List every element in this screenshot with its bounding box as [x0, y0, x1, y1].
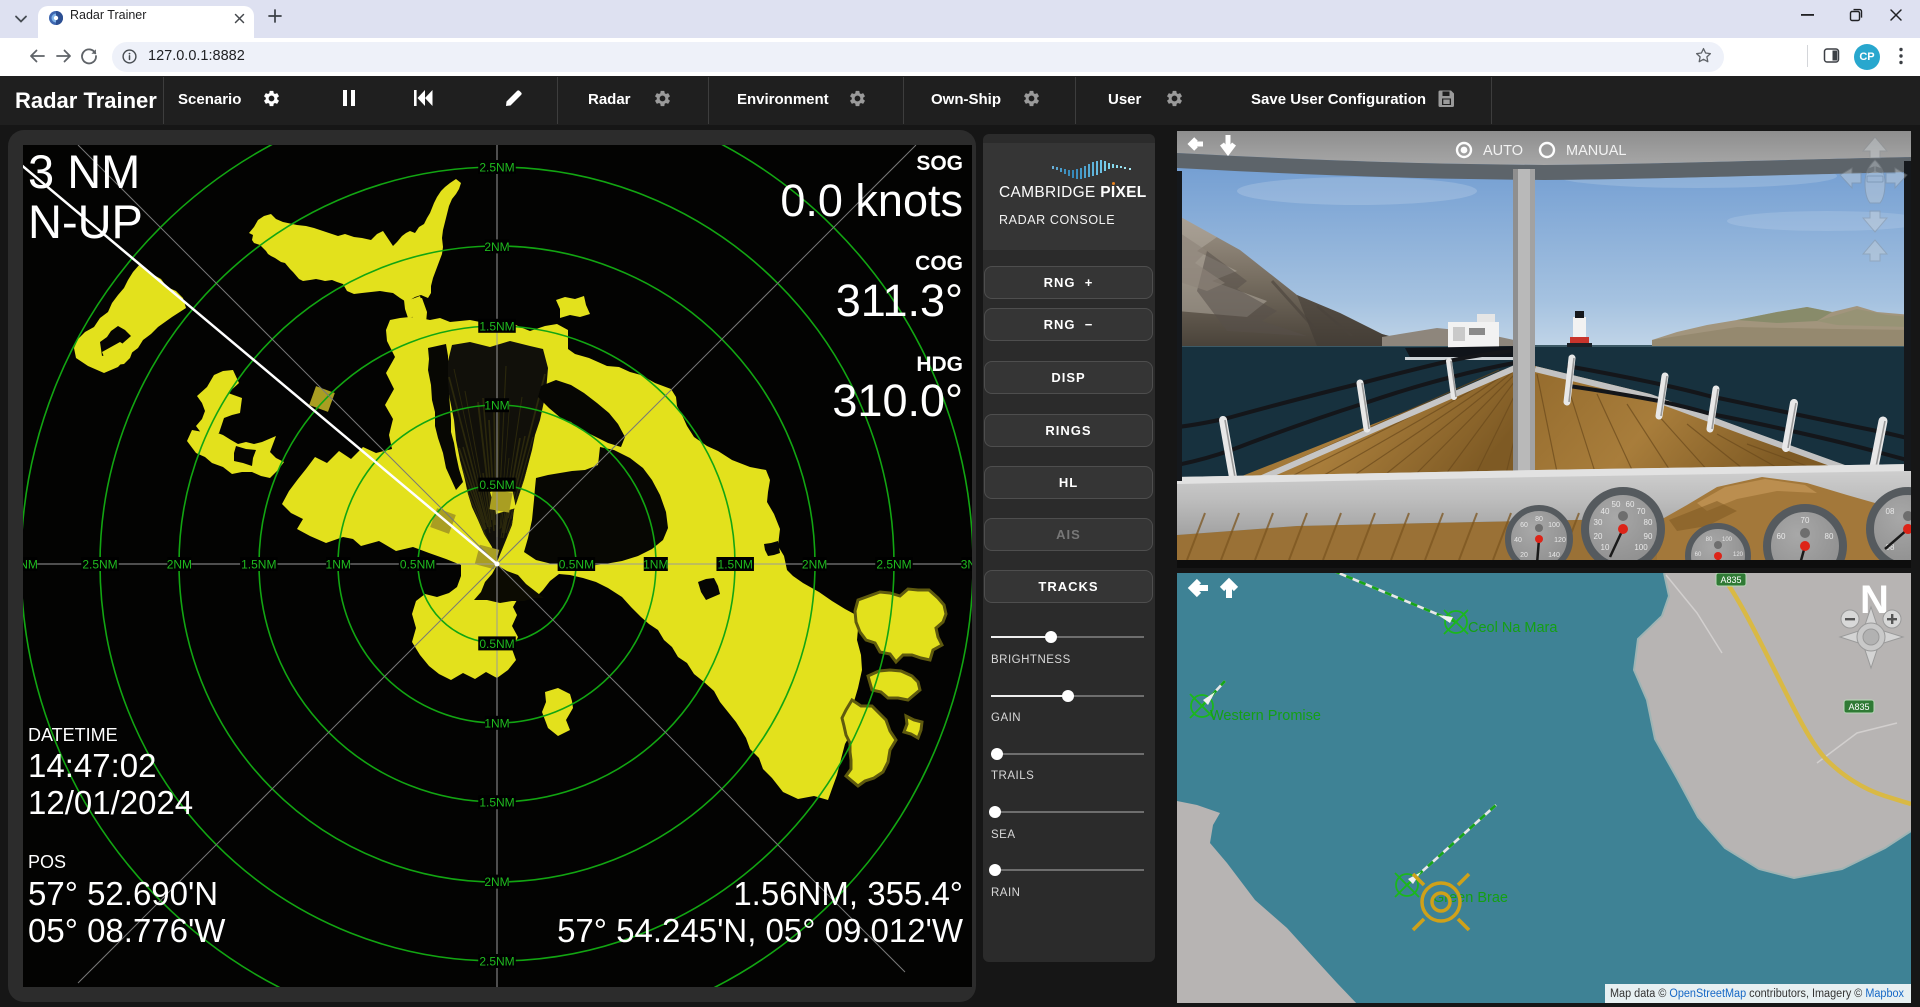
svg-text:1.5NM: 1.5NM — [241, 558, 276, 572]
svg-text:80: 80 — [1706, 537, 1713, 543]
svg-text:57° 52.690'N: 57° 52.690'N — [28, 875, 218, 912]
svg-text:2NM: 2NM — [167, 558, 192, 572]
svg-text:1.56NM, 355.4°: 1.56NM, 355.4° — [733, 875, 963, 912]
svg-text:0.5NM: 0.5NM — [479, 637, 514, 651]
svg-text:Ceol Na Mara: Ceol Na Mara — [1468, 620, 1558, 636]
svg-text:30: 30 — [1594, 518, 1603, 527]
svg-text:1NM: 1NM — [484, 399, 509, 413]
svg-text:80: 80 — [1644, 518, 1653, 527]
svg-text:70: 70 — [1637, 507, 1646, 516]
svg-text:3NM: 3NM — [961, 558, 972, 572]
svg-text:NM: NM — [23, 558, 38, 572]
svg-text:60: 60 — [1695, 552, 1702, 558]
svg-text:N-UP: N-UP — [28, 195, 143, 248]
svg-text:12/01/2024: 12/01/2024 — [28, 784, 193, 821]
svg-text:Western Promise: Western Promise — [1210, 708, 1321, 724]
svg-text:80: 80 — [1535, 516, 1543, 523]
svg-text:310.0°: 310.0° — [832, 375, 963, 426]
svg-text:2.5NM: 2.5NM — [479, 955, 514, 969]
svg-text:100: 100 — [1634, 543, 1648, 552]
svg-text:60: 60 — [1520, 522, 1528, 529]
svg-text:50: 50 — [1612, 500, 1621, 509]
svg-text:0.5NM: 0.5NM — [400, 558, 435, 572]
svg-text:0.5NM: 0.5NM — [479, 478, 514, 492]
svg-text:1.5NM: 1.5NM — [718, 558, 753, 572]
svg-text:2NM: 2NM — [802, 558, 827, 572]
svg-text:60: 60 — [1777, 532, 1786, 541]
svg-text:08: 08 — [1886, 507, 1895, 516]
svg-text:80: 80 — [1825, 532, 1834, 541]
svg-text:SOG: SOG — [916, 152, 963, 175]
svg-text:POS: POS — [28, 852, 66, 872]
svg-text:20: 20 — [1594, 532, 1603, 541]
svg-text:60: 60 — [1626, 500, 1635, 509]
svg-text:0.0 knots: 0.0 knots — [780, 175, 963, 226]
svg-text:90: 90 — [1644, 532, 1653, 541]
svg-text:311.3°: 311.3° — [836, 275, 963, 326]
svg-text:A835: A835 — [1720, 575, 1741, 585]
svg-text:57° 54.245'N, 05° 09.012'W: 57° 54.245'N, 05° 09.012'W — [557, 912, 964, 949]
svg-text:2NM: 2NM — [484, 875, 509, 889]
svg-text:100: 100 — [1722, 537, 1733, 543]
svg-text:MANUAL: MANUAL — [1566, 143, 1626, 159]
svg-text:1.5NM: 1.5NM — [479, 319, 514, 333]
svg-text:0.5NM: 0.5NM — [559, 558, 594, 572]
svg-text:120: 120 — [1733, 552, 1744, 558]
svg-text:2.5NM: 2.5NM — [82, 558, 117, 572]
svg-text:AUTO: AUTO — [1483, 143, 1523, 159]
svg-text:40: 40 — [1514, 537, 1522, 544]
svg-text:140: 140 — [1548, 552, 1560, 559]
svg-text:100: 100 — [1548, 522, 1560, 529]
svg-text:40: 40 — [1601, 507, 1610, 516]
svg-text:05° 08.776'W: 05° 08.776'W — [28, 912, 226, 949]
svg-text:1NM: 1NM — [326, 558, 351, 572]
svg-text:DATETIME: DATETIME — [28, 725, 118, 745]
svg-text:70: 70 — [1801, 516, 1810, 525]
svg-text:2NM: 2NM — [484, 240, 509, 254]
svg-text:20: 20 — [1520, 552, 1528, 559]
svg-text:A835: A835 — [1848, 702, 1869, 712]
svg-text:1NM: 1NM — [643, 558, 668, 572]
svg-text:HDG: HDG — [916, 353, 963, 376]
svg-text:2.5NM: 2.5NM — [876, 558, 911, 572]
svg-text:10: 10 — [1601, 543, 1610, 552]
svg-text:2.5NM: 2.5NM — [479, 161, 514, 175]
svg-text:120: 120 — [1554, 537, 1566, 544]
svg-text:14:47:02: 14:47:02 — [28, 747, 156, 784]
svg-text:1.5NM: 1.5NM — [479, 796, 514, 810]
svg-text:1NM: 1NM — [484, 716, 509, 730]
svg-text:COG: COG — [915, 252, 963, 275]
svg-text:Map data © OpenStreetMap contr: Map data © OpenStreetMap contributors, I… — [1610, 988, 1904, 1000]
svg-text:3 NM: 3 NM — [28, 145, 140, 198]
